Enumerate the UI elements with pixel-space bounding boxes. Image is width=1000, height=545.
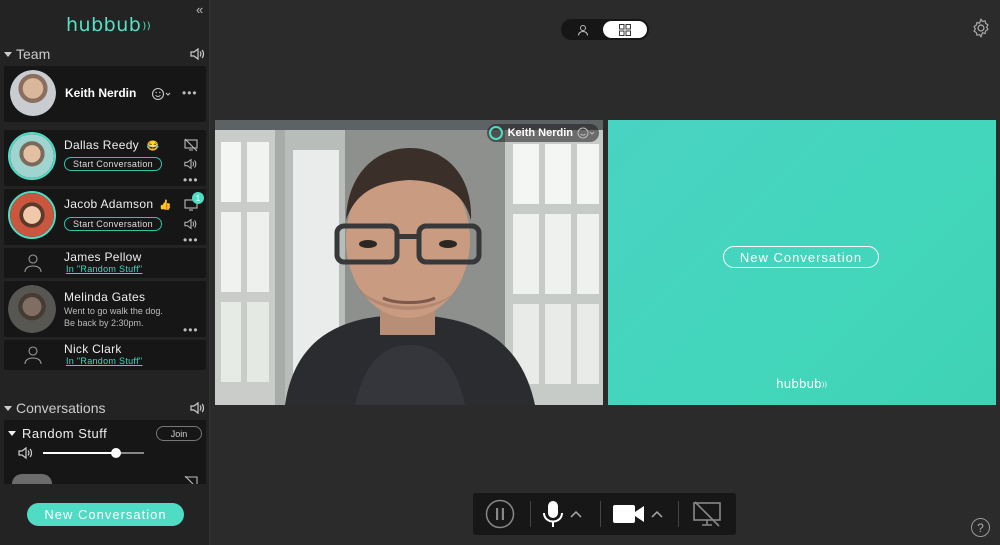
emoji-picker-icon[interactable] — [152, 87, 172, 101]
conversations-header-label: Conversations — [16, 400, 106, 416]
jacob-avatar — [8, 191, 56, 239]
start-conversation-button[interactable]: Start Conversation — [64, 217, 162, 231]
more-options-icon[interactable]: ••• — [182, 87, 198, 99]
grid-view-option[interactable] — [603, 21, 647, 38]
screen-share-off-icon — [184, 476, 198, 484]
more-options-icon[interactable]: ••• — [183, 324, 199, 336]
self-avatar — [10, 70, 56, 116]
more-options-icon[interactable]: ••• — [183, 234, 199, 246]
video-camera-icon — [613, 505, 644, 523]
new-conversation-tile-button[interactable]: New Conversation — [723, 246, 879, 268]
member-name: Nick Clark — [64, 342, 122, 356]
speaker-icon[interactable] — [184, 217, 198, 231]
participant-video — [215, 120, 603, 405]
member-card-nick[interactable]: Nick Clark In "Random Stuff" — [4, 340, 206, 370]
pause-button[interactable] — [483, 499, 517, 529]
member-name: James Pellow — [64, 250, 142, 264]
dallas-avatar — [8, 132, 56, 180]
notification-badge: 1 — [192, 192, 204, 204]
member-card-dallas[interactable]: Dallas Reedy 😂 Start Conversation ••• — [4, 130, 206, 186]
user-placeholder-icon — [24, 346, 42, 365]
speaker-view-option[interactable] — [565, 21, 601, 38]
sidebar: hubbub)) « Team Keith Nerdin ••• Dallas … — [0, 0, 210, 545]
pause-icon — [485, 499, 515, 529]
speaker-icon[interactable] — [184, 157, 198, 171]
speaker-icon[interactable] — [17, 446, 35, 460]
person-icon — [578, 24, 588, 36]
screen-share-off-icon — [184, 138, 198, 152]
caret-down-icon — [8, 431, 16, 436]
user-placeholder-icon — [24, 254, 42, 273]
conversations-section-header[interactable]: Conversations — [4, 399, 206, 417]
conversation-link[interactable]: In "Random Stuff" — [66, 356, 142, 366]
member-name: Jacob Adamson 👍 — [64, 197, 172, 211]
audio-ring-icon — [488, 126, 503, 140]
microphone-icon — [543, 501, 563, 527]
app-logo: hubbub)) — [66, 14, 152, 36]
microphone-button[interactable] — [539, 499, 567, 529]
member-card-james[interactable]: James Pellow In "Random Stuff" — [4, 248, 206, 278]
microphone-options-button[interactable] — [569, 499, 583, 529]
self-card[interactable]: Keith Nerdin ••• — [4, 66, 206, 122]
join-button[interactable]: Join — [156, 426, 202, 441]
member-name: Dallas Reedy 😂 — [64, 138, 160, 152]
app-window: hubbub)) « Team Keith Nerdin ••• Dallas … — [0, 0, 1000, 545]
new-conversation-tile[interactable]: New Conversation hubbub)) — [608, 120, 996, 405]
status-emoji: 😂 — [146, 141, 160, 152]
new-conversation-button[interactable]: New Conversation — [27, 503, 184, 526]
speaker-icon[interactable] — [190, 401, 206, 415]
team-header-label: Team — [16, 46, 51, 62]
member-card-melinda[interactable]: Melinda Gates Went to go walk the dog. Be… — [4, 281, 206, 337]
speaker-icon[interactable] — [190, 47, 206, 61]
camera-options-button[interactable] — [650, 499, 664, 529]
conversation-card-random-stuff[interactable]: Random Stuff Join — [4, 420, 206, 484]
status-emoji: 👍 — [158, 200, 172, 211]
grid-icon — [619, 23, 631, 36]
help-icon[interactable]: ? — [971, 518, 990, 537]
emoji-picker-icon[interactable] — [577, 127, 595, 139]
conversation-title[interactable]: Random Stuff — [8, 426, 107, 441]
caret-down-icon — [4, 405, 12, 411]
collapse-sidebar-icon[interactable]: « — [196, 2, 203, 17]
participant-name-label: Keith Nerdin — [486, 124, 599, 142]
status-message: Went to go walk the dog. Be back by 2:30p… — [64, 306, 163, 328]
more-options-icon[interactable]: ••• — [183, 174, 199, 186]
chevron-up-icon — [570, 510, 582, 518]
view-toggle[interactable] — [561, 19, 649, 40]
member-card-jacob[interactable]: Jacob Adamson 👍 Start Conversation 1 ••• — [4, 189, 206, 246]
call-controls — [473, 493, 736, 535]
self-name: Keith Nerdin — [65, 86, 137, 100]
melinda-avatar — [8, 285, 56, 333]
caret-down-icon — [4, 51, 12, 57]
camera-button[interactable] — [611, 499, 647, 529]
chevron-up-icon — [651, 510, 663, 518]
settings-gear-icon[interactable] — [970, 17, 992, 39]
screen-share-off-icon — [693, 501, 721, 527]
volume-slider[interactable] — [43, 448, 144, 458]
team-section-header[interactable]: Team — [4, 45, 206, 63]
conversation-link[interactable]: In "Random Stuff" — [66, 264, 142, 274]
volume-slider-knob[interactable] — [110, 448, 121, 458]
start-conversation-button[interactable]: Start Conversation — [64, 157, 162, 171]
screen-share-button[interactable] — [689, 499, 725, 529]
volume-slider-fill — [43, 452, 116, 454]
participant-avatar — [12, 474, 52, 484]
participant-video-tile[interactable]: Keith Nerdin — [215, 120, 603, 405]
tile-logo: hubbub)) — [776, 377, 828, 391]
member-name: Melinda Gates — [64, 290, 146, 304]
